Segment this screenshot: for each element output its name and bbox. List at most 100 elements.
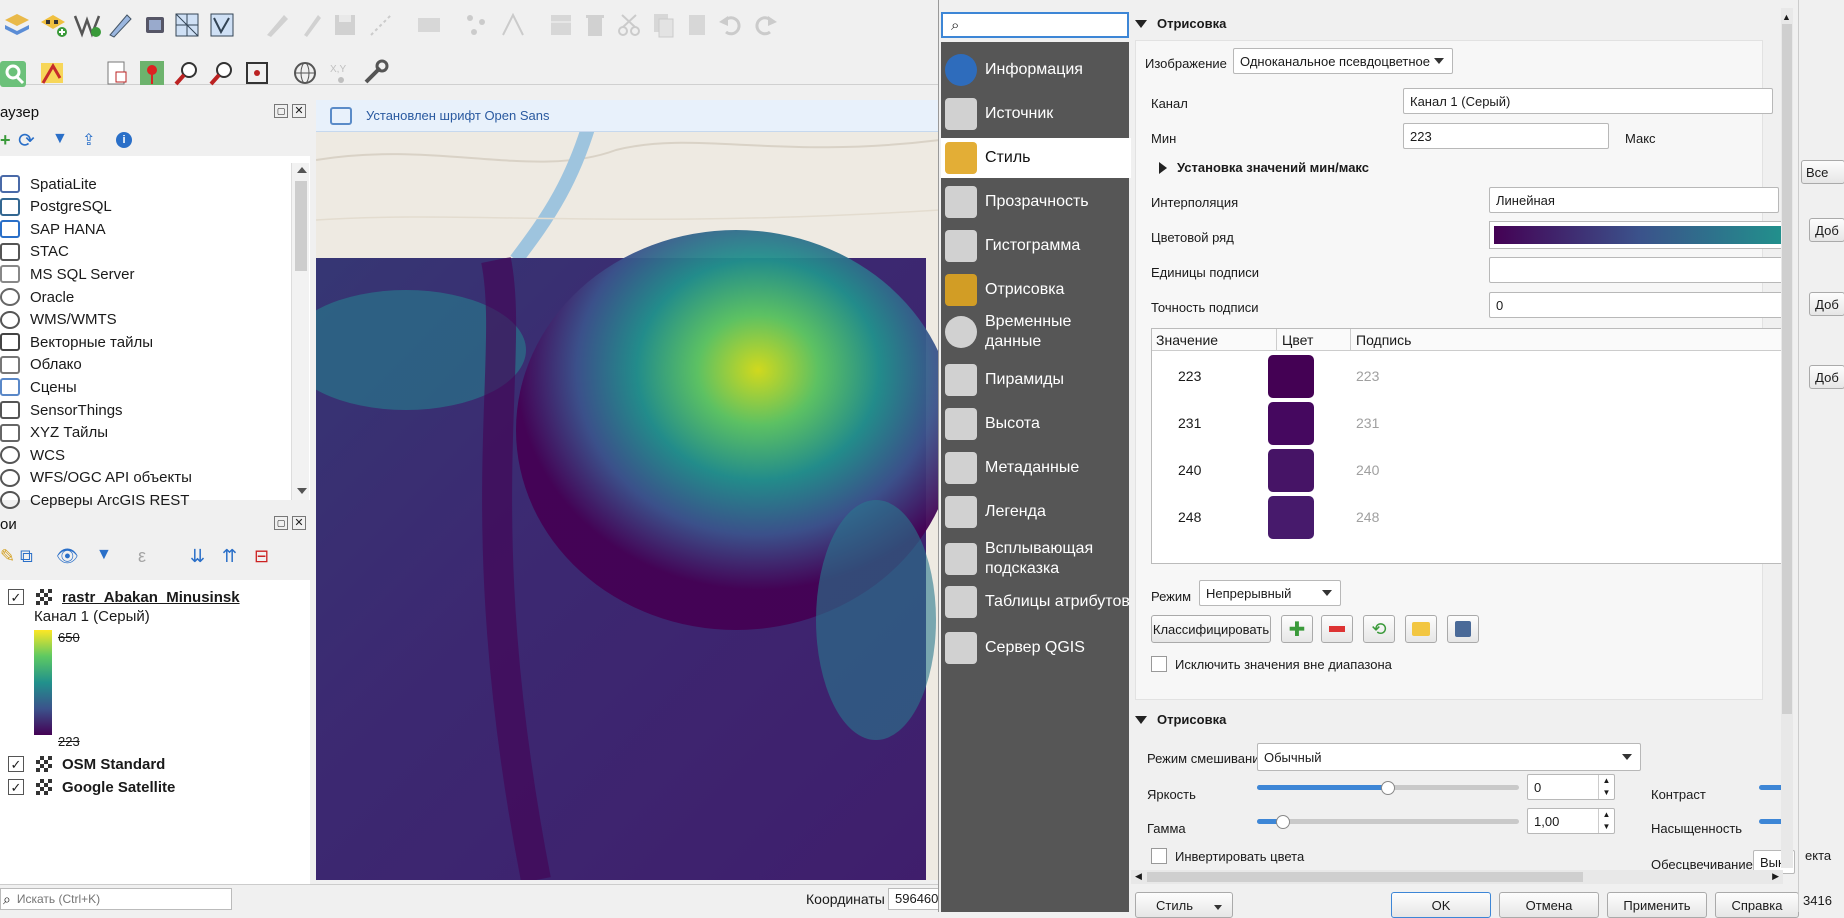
label-units-input[interactable] [1489,257,1789,283]
expand-all-icon[interactable]: ⇊ [190,546,205,567]
collapse-all-icon[interactable]: ⇈ [222,546,237,567]
nav-item[interactable]: Информация [941,50,1131,90]
brightness-slider[interactable] [1257,778,1519,798]
class-label[interactable]: 240 [1356,462,1379,478]
browser-item[interactable]: Векторные тайлы [0,331,153,353]
nav-item[interactable]: Стиль [941,138,1131,178]
render2-section-header[interactable]: Отрисовка [1135,712,1226,727]
minmax-section-header[interactable]: Установка значений мин/макс [1159,160,1369,175]
copy-icon[interactable] [648,10,678,40]
table-row[interactable]: 231 231 [1152,400,1712,447]
class-color-swatch[interactable] [1268,402,1314,445]
xy-coord-icon[interactable]: X,Y [326,58,356,88]
add-button-2[interactable]: Доб [1809,292,1844,316]
filter-layers-icon[interactable]: ▼ [96,546,112,564]
map-canvas[interactable]: Установлен шрифт Open Sans [316,100,940,880]
all-button[interactable]: Все [1801,160,1844,184]
load-button[interactable] [1405,615,1437,643]
add-vector-layer-icon[interactable] [2,10,32,40]
mode-combo[interactable]: Непрерывный [1199,580,1341,606]
refresh-icon[interactable]: ⟳ [18,128,35,153]
render-type-combo[interactable]: Одноканальное псевдоцветное [1233,48,1453,74]
class-value[interactable]: 248 [1178,509,1201,525]
invert-checkbox-row[interactable]: Инвертировать цвета [1151,848,1304,864]
add-delimited-text-icon[interactable] [72,10,102,40]
gamma-slider[interactable] [1257,812,1519,832]
cut-icon[interactable] [614,10,644,40]
zoom-icon[interactable] [172,58,202,88]
coordinates-field[interactable]: 596460 [888,888,940,910]
wrench-icon[interactable] [360,58,390,88]
col-color-header[interactable]: Цвет [1282,332,1313,348]
expression-filter-icon[interactable]: ε [138,546,146,567]
style-button[interactable]: Стиль [1135,892,1233,918]
float-panel-icon[interactable]: ▢ [274,104,288,118]
locator-input[interactable] [16,892,207,906]
redo-icon[interactable] [750,10,780,40]
table-row[interactable]: 223 223 [1152,353,1712,400]
browser-item[interactable]: Сцены [0,376,77,398]
browser-item[interactable]: Облако [0,354,82,376]
browser-item[interactable]: MS SQL Server [0,263,134,285]
class-color-swatch[interactable] [1268,496,1314,539]
attribute-table-icon[interactable] [546,10,576,40]
add-raster-layer-icon[interactable] [38,10,68,40]
delete-icon[interactable] [580,10,610,40]
table-row[interactable]: 240 240 [1152,447,1712,494]
remove-class-button[interactable] [1321,615,1353,643]
nav-item[interactable]: Прозрачность [941,182,1131,222]
nav-item[interactable]: Временные данные [941,312,1131,352]
content-scrollbar[interactable]: ▲ [1781,8,1793,868]
add-line-icon[interactable] [366,10,396,40]
layer-item-google[interactable]: ✓ Google Satellite [8,776,175,798]
save-button[interactable] [1447,615,1479,643]
gps-icon[interactable] [140,10,170,40]
layer-visibility-checkbox[interactable]: ✓ [8,779,24,795]
locator-search[interactable]: ⌕ [0,888,232,910]
undo-icon[interactable] [716,10,746,40]
blend-mode-combo[interactable]: Обычный [1257,743,1641,771]
visibility-eye-icon[interactable]: 👁 [56,546,79,567]
nav-item[interactable]: Пирамиды [941,360,1131,400]
browser-item[interactable]: Oracle [0,286,74,308]
nav-item[interactable]: Гистограмма [941,226,1131,266]
classify-button[interactable]: Классифицировать [1151,615,1271,643]
select-rect-icon[interactable] [242,58,272,88]
browser-item[interactable]: WFS/OGC API объекты [0,467,192,489]
remove-layer-icon[interactable]: ⊟ [254,546,269,567]
table-row[interactable]: 248 248 [1152,494,1712,541]
render-section-header[interactable]: Отрисовка [1135,16,1226,31]
browser-item[interactable]: WMS/WMTS [0,309,117,331]
add-button-3[interactable]: Доб [1809,365,1844,389]
layer-visibility-checkbox[interactable]: ✓ [8,756,24,772]
collapse-icon[interactable]: ⇪ [82,130,95,150]
identify-icon[interactable] [0,58,30,88]
points-icon[interactable] [462,10,492,40]
float-panel-icon[interactable]: ▢ [274,516,288,530]
class-label[interactable]: 248 [1356,509,1379,525]
browser-item[interactable]: PostgreSQL [0,196,112,218]
save-edits-icon[interactable] [330,10,360,40]
browser-item[interactable]: SAP HANA [0,218,106,240]
nav-item[interactable]: Источник [941,94,1131,134]
add-icon[interactable]: + [0,130,11,151]
add-button-1[interactable]: Доб [1809,218,1844,242]
zoom-selection-icon[interactable] [207,58,237,88]
class-value[interactable]: 240 [1178,462,1201,478]
digitize-icon[interactable] [105,10,135,40]
nav-item[interactable]: Легенда [941,492,1131,532]
new-map-icon[interactable] [102,58,132,88]
filter-icon[interactable]: ▼ [52,130,68,148]
layer-item-raster[interactable]: ✓ rastr_Abakan_Minusinsk [8,586,240,608]
class-value[interactable]: 231 [1178,415,1201,431]
label-precision-input[interactable]: 0 [1489,292,1789,318]
brightness-slider-knob[interactable] [1381,781,1395,795]
add-group-icon[interactable]: ⧉ [20,546,33,567]
interpolation-combo[interactable]: Линейная [1489,187,1779,213]
class-label[interactable]: 223 [1356,368,1379,384]
browser-item[interactable]: XYZ Тайлы [0,422,108,444]
add-rect-icon[interactable] [414,10,444,40]
browser-scrollbar[interactable] [291,163,309,500]
node-tool-icon[interactable] [498,10,528,40]
globe-icon[interactable] [290,58,320,88]
